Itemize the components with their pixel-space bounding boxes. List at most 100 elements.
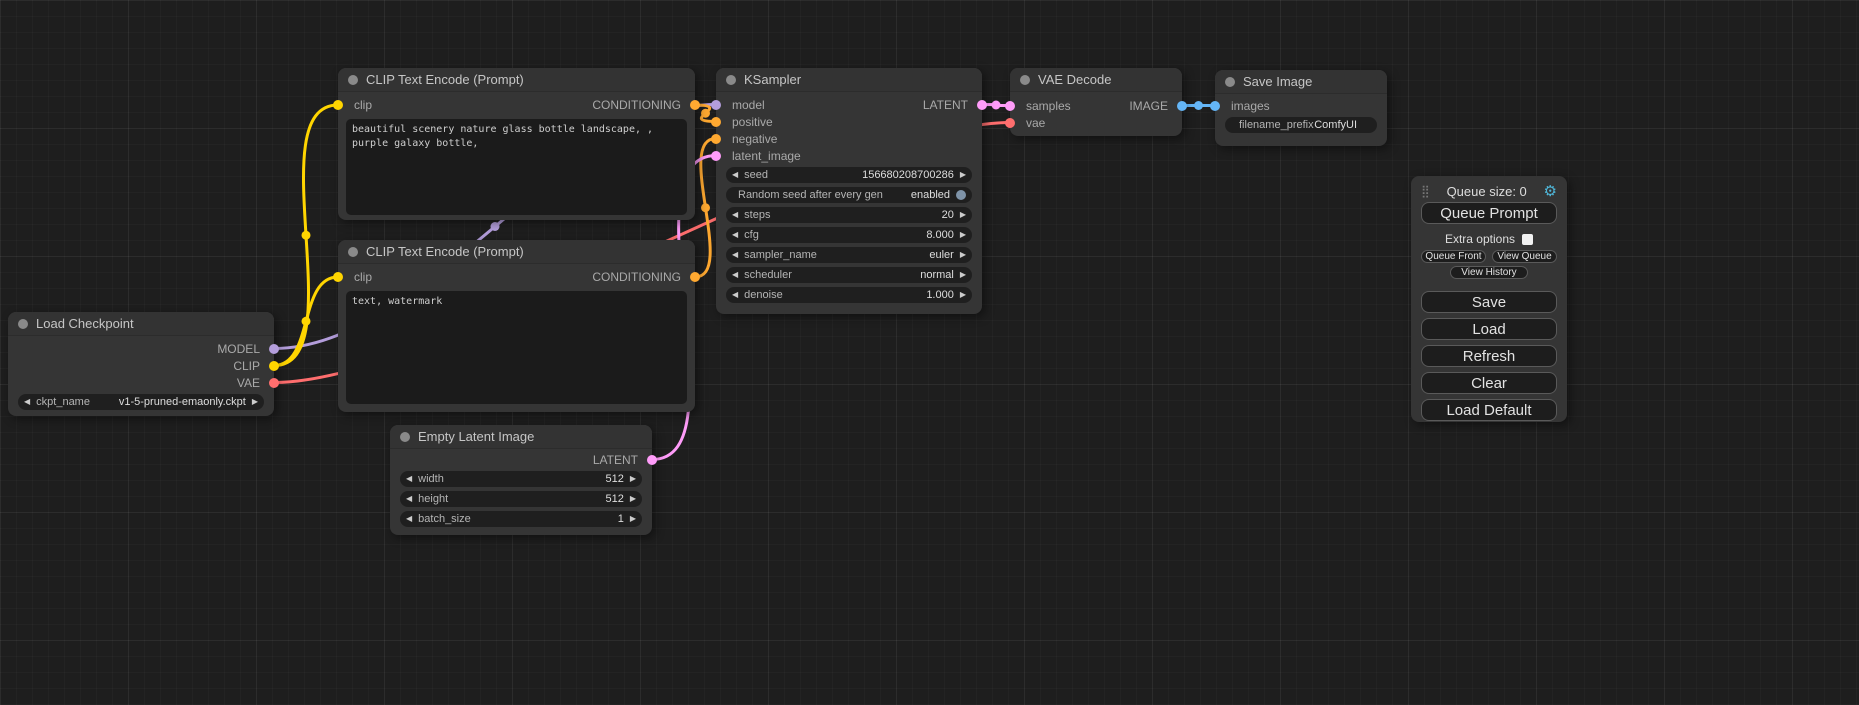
random-seed-toggle-dot[interactable]: [956, 190, 966, 200]
negative-input-slot[interactable]: [711, 134, 721, 144]
refresh-button[interactable]: Refresh: [1421, 345, 1557, 367]
queue-front-button[interactable]: Queue Front: [1421, 250, 1486, 263]
widget-value: v1-5-pruned-emaonly.ckpt: [119, 396, 246, 408]
empty-latent-image-node[interactable]: Empty Latent Image LATENT ◀ width 512 ▶ …: [390, 425, 652, 535]
filename-prefix-widget[interactable]: filename_prefix ComfyUI: [1225, 117, 1377, 133]
steps-widget[interactable]: ◀ steps 20 ▶: [726, 207, 972, 223]
link-midpoint-dot[interactable]: [302, 231, 311, 240]
collapse-toggle-icon[interactable]: [18, 319, 28, 329]
link-midpoint-dot[interactable]: [701, 203, 710, 212]
latent-image-input-slot[interactable]: [711, 151, 721, 161]
increment-arrow-icon[interactable]: ▶: [630, 471, 636, 487]
ksampler-node[interactable]: KSampler model LATENT positive negative …: [716, 68, 982, 314]
collapse-toggle-icon[interactable]: [1020, 75, 1030, 85]
load-button[interactable]: Load: [1421, 318, 1557, 340]
link-midpoint-dot[interactable]: [491, 222, 500, 231]
widget-value: normal: [920, 269, 954, 281]
increment-arrow-icon[interactable]: ▶: [960, 227, 966, 243]
width-widget[interactable]: ◀ width 512 ▶: [400, 471, 642, 487]
prev-value-arrow-icon[interactable]: ◀: [24, 394, 30, 410]
node-title-bar[interactable]: KSampler: [716, 68, 982, 92]
conditioning-output-slot[interactable]: [690, 100, 700, 110]
decrement-arrow-icon[interactable]: ◀: [732, 167, 738, 183]
decrement-arrow-icon[interactable]: ◀: [406, 471, 412, 487]
positive-prompt-textarea[interactable]: beautiful scenery nature glass bottle la…: [346, 119, 687, 215]
next-value-arrow-icon[interactable]: ▶: [252, 394, 258, 410]
scheduler-widget[interactable]: ◀ scheduler normal ▶: [726, 267, 972, 283]
clip-text-encode-positive-node[interactable]: CLIP Text Encode (Prompt) clip CONDITION…: [338, 68, 695, 220]
prev-value-arrow-icon[interactable]: ◀: [732, 267, 738, 283]
cfg-widget[interactable]: ◀ cfg 8.000 ▶: [726, 227, 972, 243]
prev-value-arrow-icon[interactable]: ◀: [732, 247, 738, 263]
node-title-bar[interactable]: VAE Decode: [1010, 68, 1182, 92]
collapse-toggle-icon[interactable]: [348, 247, 358, 257]
image-output-slot[interactable]: [1177, 101, 1187, 111]
node-title-bar[interactable]: CLIP Text Encode (Prompt): [338, 68, 695, 92]
collapse-toggle-icon[interactable]: [348, 75, 358, 85]
node-title-bar[interactable]: Save Image: [1215, 70, 1387, 94]
latent-output-slot[interactable]: [647, 455, 657, 465]
save-button[interactable]: Save: [1421, 291, 1557, 313]
denoise-widget[interactable]: ◀ denoise 1.000 ▶: [726, 287, 972, 303]
save-image-node[interactable]: Save Image images filename_prefix ComfyU…: [1215, 70, 1387, 146]
clip-output-slot[interactable]: [269, 361, 279, 371]
latent-output-slot[interactable]: [977, 100, 987, 110]
decrement-arrow-icon[interactable]: ◀: [732, 287, 738, 303]
decrement-arrow-icon[interactable]: ◀: [732, 227, 738, 243]
positive-input-label: positive: [732, 115, 773, 129]
increment-arrow-icon[interactable]: ▶: [630, 491, 636, 507]
next-value-arrow-icon[interactable]: ▶: [960, 247, 966, 263]
node-title-text: KSampler: [744, 72, 801, 87]
widget-value: 1.000: [926, 289, 954, 301]
link-midpoint-dot[interactable]: [302, 317, 311, 326]
conditioning-output-slot[interactable]: [690, 272, 700, 282]
drag-handle-icon[interactable]: ⣿: [1421, 184, 1430, 198]
clip-text-encode-negative-node[interactable]: CLIP Text Encode (Prompt) clip CONDITION…: [338, 240, 695, 412]
node-title-bar[interactable]: CLIP Text Encode (Prompt): [338, 240, 695, 264]
batch-size-widget[interactable]: ◀ batch_size 1 ▶: [400, 511, 642, 527]
vae-input-slot[interactable]: [1005, 118, 1015, 128]
queue-prompt-button[interactable]: Queue Prompt: [1421, 202, 1557, 224]
node-graph-canvas[interactable]: Load Checkpoint MODEL CLIP VAE ◀ ckpt_na…: [0, 0, 1859, 705]
increment-arrow-icon[interactable]: ▶: [960, 287, 966, 303]
negative-prompt-textarea[interactable]: text, watermark: [346, 291, 687, 404]
collapse-toggle-icon[interactable]: [726, 75, 736, 85]
sampler-name-widget[interactable]: ◀ sampler_name euler ▶: [726, 247, 972, 263]
random-seed-toggle-widget[interactable]: Random seed after every gen enabled: [726, 187, 972, 203]
collapse-toggle-icon[interactable]: [1225, 77, 1235, 87]
model-input-slot[interactable]: [711, 100, 721, 110]
load-checkpoint-node[interactable]: Load Checkpoint MODEL CLIP VAE ◀ ckpt_na…: [8, 312, 274, 416]
decrement-arrow-icon[interactable]: ◀: [406, 511, 412, 527]
height-widget[interactable]: ◀ height 512 ▶: [400, 491, 642, 507]
link-midpoint-dot[interactable]: [1194, 101, 1203, 110]
seed-widget[interactable]: ◀ seed 156680208700286 ▶: [726, 167, 972, 183]
images-input-slot[interactable]: [1210, 101, 1220, 111]
latent-image-input-label: latent_image: [732, 149, 801, 163]
decrement-arrow-icon[interactable]: ◀: [406, 491, 412, 507]
decrement-arrow-icon[interactable]: ◀: [732, 207, 738, 223]
vae-output-slot[interactable]: [269, 378, 279, 388]
samples-input-slot[interactable]: [1005, 101, 1015, 111]
clip-input-slot[interactable]: [333, 272, 343, 282]
next-value-arrow-icon[interactable]: ▶: [960, 267, 966, 283]
increment-arrow-icon[interactable]: ▶: [960, 207, 966, 223]
node-title-bar[interactable]: Load Checkpoint: [8, 312, 274, 336]
clip-input-slot[interactable]: [333, 100, 343, 110]
clip-output-label: CLIP: [233, 359, 260, 373]
collapse-toggle-icon[interactable]: [400, 432, 410, 442]
link-midpoint-dot[interactable]: [701, 109, 710, 118]
increment-arrow-icon[interactable]: ▶: [960, 167, 966, 183]
increment-arrow-icon[interactable]: ▶: [630, 511, 636, 527]
settings-gear-icon[interactable]: ⚙: [1544, 182, 1557, 200]
ckpt-name-widget[interactable]: ◀ ckpt_name v1-5-pruned-emaonly.ckpt ▶: [18, 394, 264, 410]
link-midpoint-dot[interactable]: [992, 101, 1001, 110]
view-queue-button[interactable]: View Queue: [1492, 250, 1557, 263]
extra-options-checkbox[interactable]: [1522, 234, 1533, 245]
load-default-button[interactable]: Load Default: [1421, 399, 1557, 421]
clear-button[interactable]: Clear: [1421, 372, 1557, 394]
model-output-slot[interactable]: [269, 344, 279, 354]
vae-decode-node[interactable]: VAE Decode samples IMAGE vae: [1010, 68, 1182, 136]
node-title-bar[interactable]: Empty Latent Image: [390, 425, 652, 449]
positive-input-slot[interactable]: [711, 117, 721, 127]
view-history-button[interactable]: View History: [1450, 266, 1528, 279]
